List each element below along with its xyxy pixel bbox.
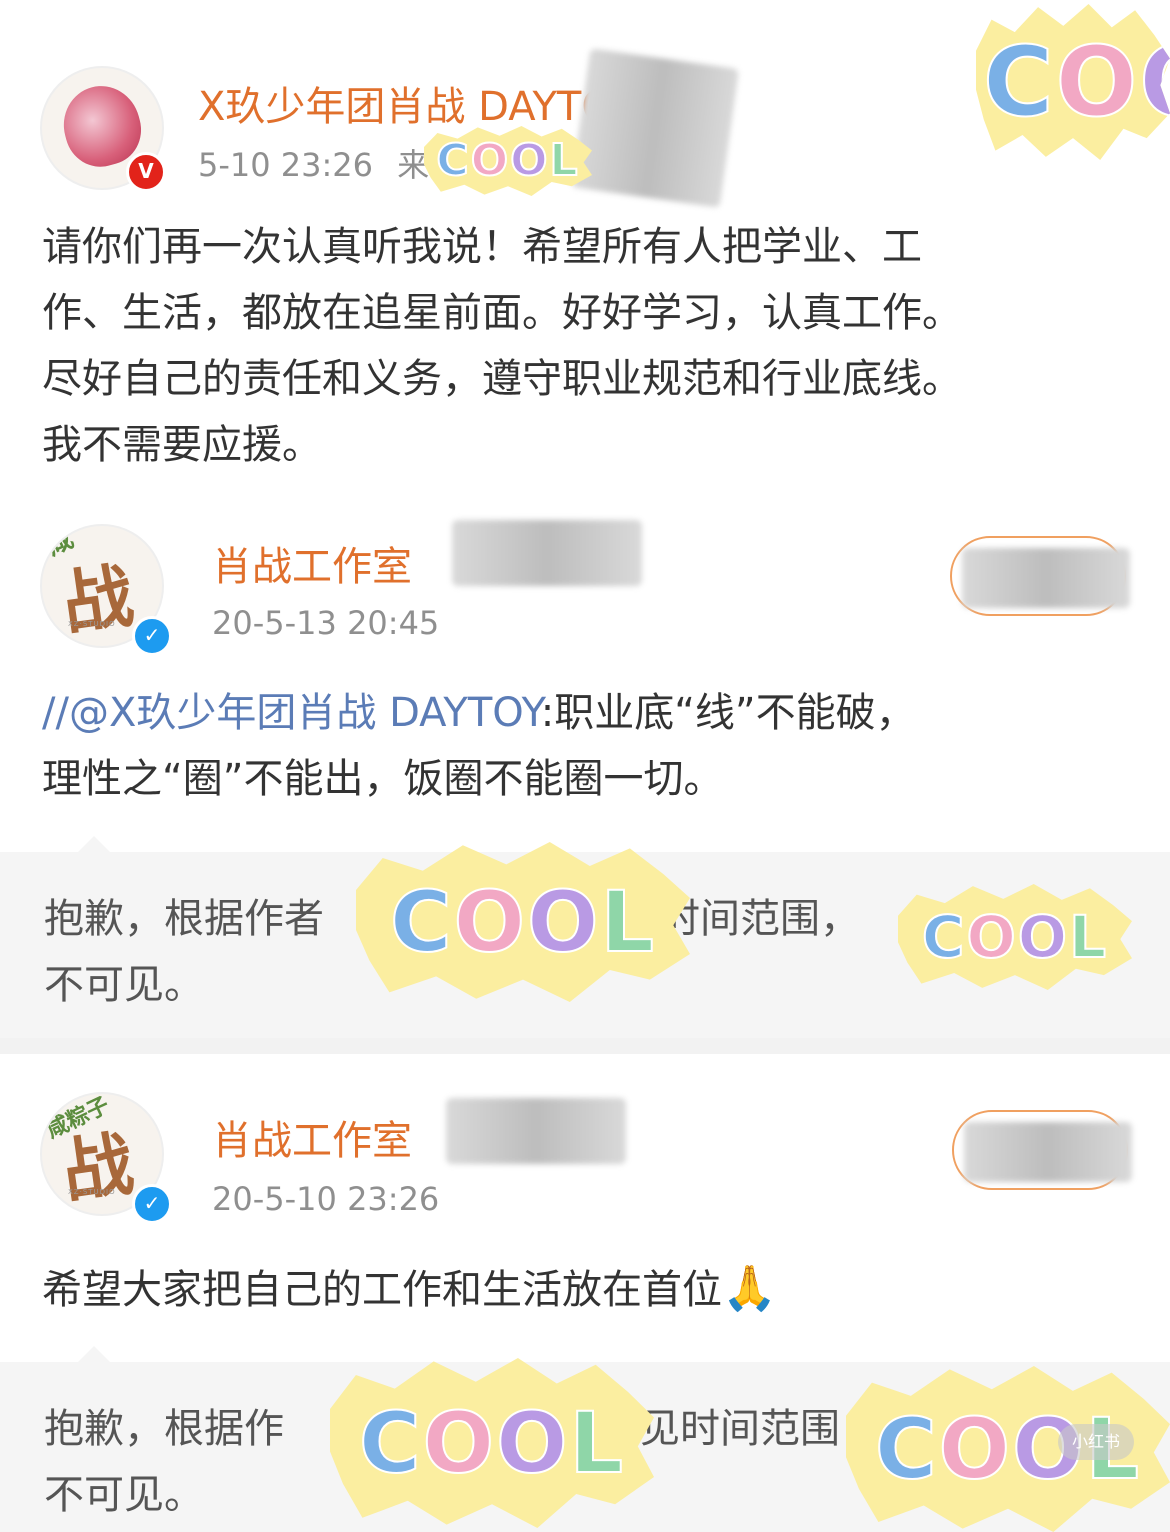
author-avatar[interactable]: 咸粽子 战 XZ·STUDIO ✓ (40, 1092, 172, 1224)
xiaohongshu-watermark: 小红书 (1058, 1424, 1134, 1460)
avatar-char: 战 (57, 1121, 139, 1214)
post-timestamp: 20-5-10 23:26 (212, 1180, 440, 1218)
post-text-rest: :职业底“线”不能破， (540, 690, 916, 736)
author-avatar[interactable]: 咸 战 XZ·STUDIO ✓ (40, 524, 172, 656)
post-2: 咸 战 XZ·STUDIO ✓ 肖战工作室 20-5-13 20:45 //@X… (0, 520, 1170, 850)
repost-prefix: // (42, 690, 69, 736)
avatar-studio-tag: XZ·STUDIO (68, 620, 116, 628)
post-text-line2: 理性之“圈”不能出，饭圈不能圈一切。 (42, 756, 724, 802)
repost-arrow (78, 1346, 110, 1362)
repost-arrow (78, 836, 110, 852)
redacted-area (962, 548, 1130, 608)
pray-emoji-icon: 🙏 (722, 1263, 777, 1314)
redacted-area (570, 48, 740, 208)
author-name[interactable]: X玖少年团肖战 DAYTOY (198, 74, 635, 132)
post-timestamp: 20-5-13 20:45 (212, 604, 440, 642)
redacted-area (964, 1122, 1132, 1182)
redacted-area (446, 1098, 626, 1164)
verified-badge-icon: ✓ (132, 1184, 172, 1224)
avatar-char: 战 (57, 553, 139, 646)
author-avatar[interactable]: V (40, 66, 166, 192)
author-name[interactable]: 肖战工作室 (212, 1108, 412, 1166)
post-text: //@X玖少年团肖战 DAYTOY:职业底“线”不能破， 理性之“圈”不能出，饭… (42, 680, 1142, 812)
verified-badge-icon: ✓ (132, 616, 172, 656)
redacted-area (452, 520, 642, 586)
post-timestamp: 5-10 23:26 (198, 146, 374, 184)
post-time: 5-10 23:26 来 (198, 140, 429, 186)
follow-button[interactable] (952, 1110, 1132, 1190)
verified-badge-icon: V (126, 152, 166, 192)
post-text: 请你们再一次认真听我说！希望所有人把学业、工 作、生活，都放在追星前面。好好学习… (42, 224, 962, 468)
post-3: 咸粽子 战 XZ·STUDIO ✓ 肖战工作室 20-5-10 23:26 希望… (0, 1054, 1170, 1360)
avatar-studio-tag: XZ·STUDIO (68, 1188, 116, 1196)
post-text: 希望大家把自己的工作和生活放在首位🙏 (42, 1263, 777, 1314)
mention-link[interactable]: @X玖少年团肖战 DAYTOY (69, 690, 541, 736)
author-name[interactable]: 肖战工作室 (212, 534, 412, 592)
post-divider (0, 1038, 1170, 1054)
follow-button[interactable] (950, 536, 1130, 616)
